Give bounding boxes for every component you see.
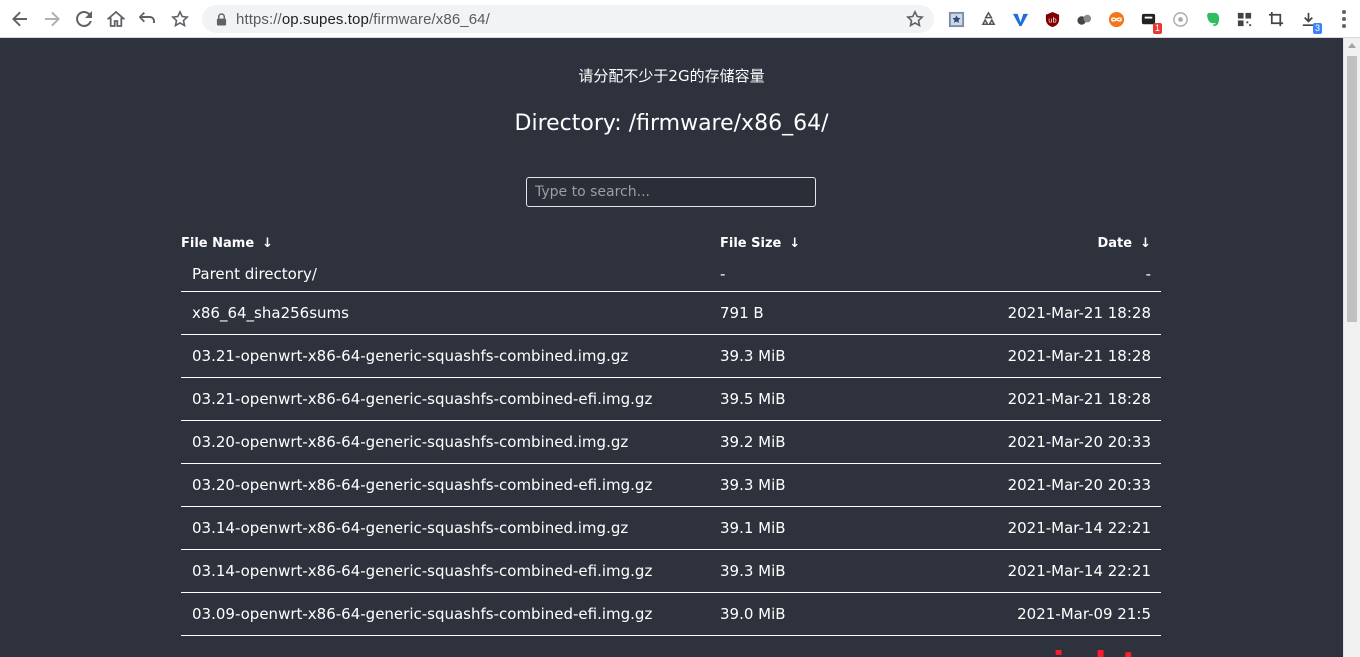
balls-extension-icon[interactable]: [1072, 7, 1096, 31]
download-icon[interactable]: 3: [1296, 7, 1322, 34]
file-date: 2021-Mar-21 18:28: [920, 377, 1161, 421]
file-date: 2021-Mar-14 22:21: [920, 549, 1161, 593]
sort-by-name-header[interactable]: File Name ↓: [181, 229, 720, 257]
table-row[interactable]: 03.20-openwrt-x86-64-generic-squashfs-co…: [181, 463, 1161, 507]
file-name-link[interactable]: 03.14-openwrt-x86-64-generic-squashfs-co…: [181, 506, 720, 550]
mail-extension-icon[interactable]: 1: [1136, 7, 1162, 34]
table-row[interactable]: 03.20-openwrt-x86-64-generic-squashfs-co…: [181, 420, 1161, 464]
address-bar[interactable]: https://op.supes.top/firmware/x86_64/: [202, 5, 934, 33]
file-size: 791 B: [720, 291, 920, 335]
table-row[interactable]: 03.14-openwrt-x86-64-generic-squashfs-co…: [181, 549, 1161, 593]
bookmark-star-icon[interactable]: [164, 3, 196, 35]
table-row[interactable]: 03.21-openwrt-x86-64-generic-squashfs-co…: [181, 377, 1161, 421]
evernote-extension-icon[interactable]: [1200, 7, 1224, 31]
table-row[interactable]: 03.21-openwrt-x86-64-generic-squashfs-co…: [181, 334, 1161, 378]
sort-by-size-header[interactable]: File Size ↓: [720, 229, 920, 257]
file-name-link[interactable]: 03.14-openwrt-x86-64-generic-squashfs-co…: [181, 549, 720, 593]
vertical-scrollbar[interactable]: [1343, 38, 1360, 657]
url-text[interactable]: https://op.supes.top/firmware/x86_64/: [236, 11, 490, 28]
url-host: op.supes.top: [281, 10, 369, 28]
bookmark-page-star-icon[interactable]: [905, 9, 925, 28]
file-size: 39.0 MiB: [720, 592, 920, 636]
reload-icon[interactable]: [68, 3, 100, 35]
extensions-bar: ub 1 3: [944, 7, 1328, 34]
lock-icon: [214, 12, 228, 26]
file-name-link[interactable]: 03.20-openwrt-x86-64-generic-squashfs-co…: [181, 463, 720, 507]
file-size: 39.3 MiB: [720, 549, 920, 593]
home-icon[interactable]: [100, 3, 132, 35]
file-date: 2021-Mar-21 18:28: [920, 291, 1161, 335]
browser-toolbar: https://op.supes.top/firmware/x86_64/ ub…: [0, 0, 1360, 38]
download-count-badge: 3: [1312, 23, 1322, 34]
ext-notification-badge: 1: [1152, 23, 1162, 34]
scrollbar-thumb[interactable]: [1347, 56, 1357, 322]
infinity-extension-icon[interactable]: [1104, 7, 1128, 31]
crop-extension-icon[interactable]: [1264, 7, 1288, 31]
directory-listing-page: 请分配不少于2G的存储容量 Directory: /firmware/x86_6…: [0, 39, 1343, 657]
page-title: Directory: /firmware/x86_64/: [514, 111, 829, 136]
table-header-row: File Name ↓ File Size ↓ Date ↓: [181, 229, 1161, 257]
file-date: 2021-Mar-21 18:28: [920, 334, 1161, 378]
gear-flower-extension-icon[interactable]: [1168, 7, 1192, 31]
file-size: 39.3 MiB: [720, 334, 920, 378]
file-name-link[interactable]: 03.20-openwrt-x86-64-generic-squashfs-co…: [181, 420, 720, 464]
browser-menu-icon[interactable]: [1342, 10, 1346, 28]
file-date: 2021-Mar-20 20:33: [920, 420, 1161, 464]
url-scheme: https://: [236, 10, 282, 28]
file-table: File Name ↓ File Size ↓ Date ↓ Parent direc…: [181, 229, 1161, 636]
file-size: 39.5 MiB: [720, 377, 920, 421]
ublock-extension-icon[interactable]: ub: [1040, 7, 1064, 31]
search-input[interactable]: [526, 177, 816, 207]
scroll-up-icon[interactable]: [1348, 43, 1356, 48]
undo-icon[interactable]: [132, 3, 164, 35]
url-path: /firmware/x86_64/: [368, 10, 490, 28]
table-row[interactable]: x86_64_sha256sums 791 B 2021-Mar-21 18:28: [181, 291, 1161, 335]
file-name-link[interactable]: 03.09-openwrt-x86-64-generic-squashfs-co…: [181, 592, 720, 636]
star-bookmark-extension-icon[interactable]: [944, 7, 968, 31]
table-row[interactable]: Parent directory/- -: [181, 257, 1161, 292]
table-row[interactable]: 03.14-openwrt-x86-64-generic-squashfs-co…: [181, 506, 1161, 550]
recycle-extension-icon[interactable]: [976, 7, 1000, 31]
sort-arrow-icon: ↓: [1140, 235, 1151, 251]
file-name-link[interactable]: x86_64_sha256sums: [181, 291, 720, 335]
file-date: 2021-Mar-20 20:33: [920, 463, 1161, 507]
forward-icon[interactable]: [36, 3, 68, 35]
file-size: 39.2 MiB: [720, 420, 920, 464]
svg-text:ub: ub: [1048, 16, 1056, 24]
qr-code-extension-icon[interactable]: [1232, 7, 1256, 31]
sort-arrow-icon: ↓: [262, 235, 274, 251]
watermark: www.right.com.cn: [916, 645, 1311, 657]
file-size: 39.1 MiB: [720, 506, 920, 550]
file-size: 39.3 MiB: [720, 463, 920, 507]
file-date: -: [920, 257, 1161, 292]
storage-notice: 请分配不少于2G的存储容量: [578, 67, 765, 85]
file-name-link[interactable]: 03.21-openwrt-x86-64-generic-squashfs-co…: [181, 334, 720, 378]
table-row[interactable]: 03.09-openwrt-x86-64-generic-squashfs-co…: [181, 592, 1161, 636]
vpn-extension-icon[interactable]: [1008, 7, 1032, 31]
file-name-link[interactable]: 03.21-openwrt-x86-64-generic-squashfs-co…: [181, 377, 720, 421]
file-size: -: [720, 257, 920, 292]
file-date: 2021-Mar-14 22:21: [920, 506, 1161, 550]
sort-by-date-header[interactable]: Date ↓: [920, 229, 1161, 257]
back-icon[interactable]: [4, 3, 36, 35]
sort-arrow-icon: ↓: [789, 235, 801, 251]
file-name-link[interactable]: Parent directory/: [181, 257, 720, 292]
file-date: 2021-Mar-09 21:5: [920, 592, 1161, 636]
